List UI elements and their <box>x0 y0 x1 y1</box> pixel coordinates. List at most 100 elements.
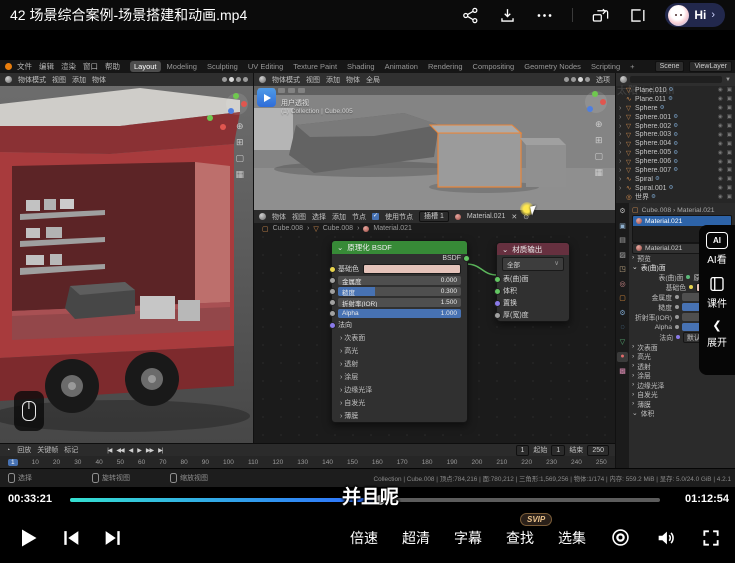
playback-button[interactable]: ▶| <box>158 447 162 454</box>
menu-item[interactable]: 帮助 <box>105 61 120 72</box>
volume-section-toggle[interactable]: ⌄ 体积 <box>632 409 732 419</box>
collapse-icon[interactable]: ⌄ <box>502 245 508 254</box>
outliner-item[interactable]: › ▽ Sphere.003 ⚙ ◉ ▣ <box>616 130 735 139</box>
timeline-editor[interactable]: ◔ 回放关键帧标记 |◀◀◀◀▶▶▶▶| 1 起始 1 结束 250 <box>0 443 615 468</box>
outliner-item[interactable]: ∿ Plane.011 ⚙ ◉ ▣ <box>616 95 735 104</box>
camera-visibility-icon[interactable]: ▣ <box>727 167 732 173</box>
expander-icon[interactable]: › <box>619 123 624 130</box>
expander-icon[interactable]: › <box>619 185 624 192</box>
shader-menu-item[interactable]: 添加 <box>332 212 346 222</box>
pan-icon[interactable]: ⊞ <box>594 135 603 146</box>
viewport-menu-item[interactable]: 视图 <box>306 75 320 85</box>
next-episode-button[interactable] <box>102 527 124 549</box>
bsdf-section-toggle[interactable]: › 薄膜 <box>332 409 467 422</box>
bsdf-section-toggle[interactable]: › 高光 <box>332 344 467 357</box>
metallic-slider[interactable]: 金属度 0.000 <box>338 276 461 285</box>
principled-bsdf-node[interactable]: ⌄ 原理化 BSDF BSDF 基础色 <box>331 240 468 423</box>
expander-icon[interactable]: › <box>619 158 624 165</box>
world-tab-icon[interactable]: ◎ <box>617 280 628 290</box>
editor-type-icon[interactable] <box>5 76 12 83</box>
navigation-gizmo[interactable] <box>226 93 248 115</box>
playback-button[interactable]: ▶▶ <box>146 447 153 454</box>
fullscreen-icon[interactable] <box>701 528 721 548</box>
roughness-slider[interactable]: 糙度 0.300 <box>338 287 461 296</box>
editor-type-icon[interactable] <box>259 76 266 83</box>
workspace-tab[interactable]: Shading <box>343 61 379 72</box>
grid-toggle-icon[interactable]: ▦ <box>594 167 603 178</box>
material-section-toggle[interactable]: › 边缘光泽 <box>632 380 732 390</box>
eye-icon[interactable]: ◉ <box>718 132 723 138</box>
workspace-tab[interactable]: Compositing <box>469 61 519 72</box>
surface-socket[interactable] <box>494 276 501 283</box>
zoom-icon[interactable]: ⊕ <box>235 121 244 132</box>
camera-visibility-icon[interactable]: ▣ <box>727 87 732 93</box>
eye-icon[interactable]: ◉ <box>718 167 723 173</box>
expander-icon[interactable]: › <box>619 167 624 174</box>
expander-icon[interactable]: › <box>619 114 624 121</box>
outliner-panel[interactable]: ▼ ▽ Plane.010 ⚙ ◉ ▣ <box>615 73 735 203</box>
camera-visibility-icon[interactable]: ▣ <box>727 96 732 102</box>
courseware-button[interactable]: 课件 <box>707 275 727 310</box>
expander-icon[interactable]: › <box>619 105 624 112</box>
start-frame-field[interactable]: 1 <box>551 445 565 456</box>
scene-selector[interactable]: Scene <box>655 61 685 72</box>
camera-visibility-icon[interactable]: ▣ <box>727 185 732 191</box>
mode-selector[interactable]: 物体模式 <box>18 75 46 85</box>
material-tab-icon[interactable]: ● <box>617 352 628 362</box>
ior-socket[interactable] <box>329 299 336 306</box>
ior-slider[interactable]: 折射率(IOR) 1.500 <box>338 298 461 307</box>
bsdf-section-toggle[interactable]: › 涂层 <box>332 370 467 383</box>
output-target-dropdown[interactable]: 全部 ∨ <box>502 257 564 271</box>
share-icon[interactable] <box>461 6 480 25</box>
eye-icon[interactable]: ◉ <box>718 194 723 200</box>
find-button[interactable]: SVIP 查找 <box>506 528 534 548</box>
video-frame[interactable]: 文件编辑渲染窗口帮助 LayoutModelingSculptingUV Edi… <box>0 30 735 490</box>
left-3d-viewport[interactable]: 物体模式 视图添加物体 ⊕ ⊞ ▢ ▦ <box>0 73 253 443</box>
base-color-socket[interactable] <box>329 266 336 273</box>
bsdf-output-socket[interactable] <box>463 255 470 262</box>
displacement-input-row[interactable]: 置换 <box>497 297 569 309</box>
expander-icon[interactable]: › <box>619 149 624 156</box>
volume-icon[interactable] <box>655 527 677 549</box>
outliner-item[interactable]: › ▽ Sphere.006 ⚙ ◉ ▣ <box>616 157 735 166</box>
shader-menu-item[interactable]: 选择 <box>312 212 326 222</box>
shader-menu-item[interactable]: 视图 <box>292 212 306 222</box>
viewport-menu-item[interactable]: 物体 <box>346 75 360 85</box>
thickness-input-row[interactable]: 厚(宽)度 <box>497 309 569 321</box>
alpha-row[interactable]: Alpha 1.000 <box>332 308 467 319</box>
material-section-toggle[interactable]: › 自发光 <box>632 390 732 400</box>
bsdf-section-toggle[interactable]: › 边缘光泽 <box>332 383 467 396</box>
data-tab-icon[interactable]: ▽ <box>617 338 628 348</box>
editor-type-icon[interactable] <box>259 213 266 220</box>
material-name-field[interactable]: Material.021 <box>467 213 506 220</box>
timeline-menu-item[interactable]: 关键帧 <box>37 445 58 455</box>
eye-icon[interactable]: ◉ <box>718 185 723 191</box>
metallic-row[interactable]: 金属度 0.000 <box>332 275 467 286</box>
physics-tab-icon[interactable]: ◌ <box>617 323 628 333</box>
grid-toggle-icon[interactable]: ▦ <box>235 169 244 180</box>
previous-episode-button[interactable] <box>60 527 82 549</box>
eye-icon[interactable]: ◉ <box>718 141 723 147</box>
base-color-row[interactable]: 基础色 <box>332 263 467 275</box>
speed-button[interactable]: 倍速 <box>350 528 378 548</box>
menu-item[interactable]: 渲染 <box>61 61 76 72</box>
workspace-tab[interactable]: Geometry Nodes <box>520 61 585 72</box>
clock-icon[interactable]: ◔ <box>6 447 10 454</box>
thickness-socket[interactable] <box>494 312 501 319</box>
menu-item[interactable]: 窗口 <box>83 61 98 72</box>
expand-button[interactable]: ❮ 展开 <box>707 319 727 349</box>
outliner-item[interactable]: › ▽ Sphere.002 ⚙ ◉ ▣ <box>616 122 735 131</box>
bsdf-section-toggle[interactable]: › 自发光 <box>332 396 467 409</box>
shading-mode-icons[interactable] <box>222 77 248 82</box>
viewport-menu-item[interactable]: 添加 <box>326 75 340 85</box>
outliner-item[interactable]: › ▽ Sphere.005 ⚙ ◉ ▣ <box>616 148 735 157</box>
end-frame-field[interactable]: 250 <box>587 445 609 456</box>
outliner-item[interactable]: › ∿ Spiral ⚙ ◉ ▣ <box>616 175 735 184</box>
material-section-toggle[interactable]: › 薄膜 <box>632 399 732 409</box>
base-color-swatch[interactable] <box>363 264 461 274</box>
texture-tab-icon[interactable]: ▩ <box>617 367 628 377</box>
modifier-tab-icon[interactable]: ⚙ <box>617 309 628 319</box>
camera-visibility-icon[interactable]: ▣ <box>727 105 732 111</box>
outliner-item[interactable]: › ▽ Sphere.001 ⚙ ◉ ▣ <box>616 113 735 122</box>
normal-socket[interactable] <box>329 322 336 329</box>
